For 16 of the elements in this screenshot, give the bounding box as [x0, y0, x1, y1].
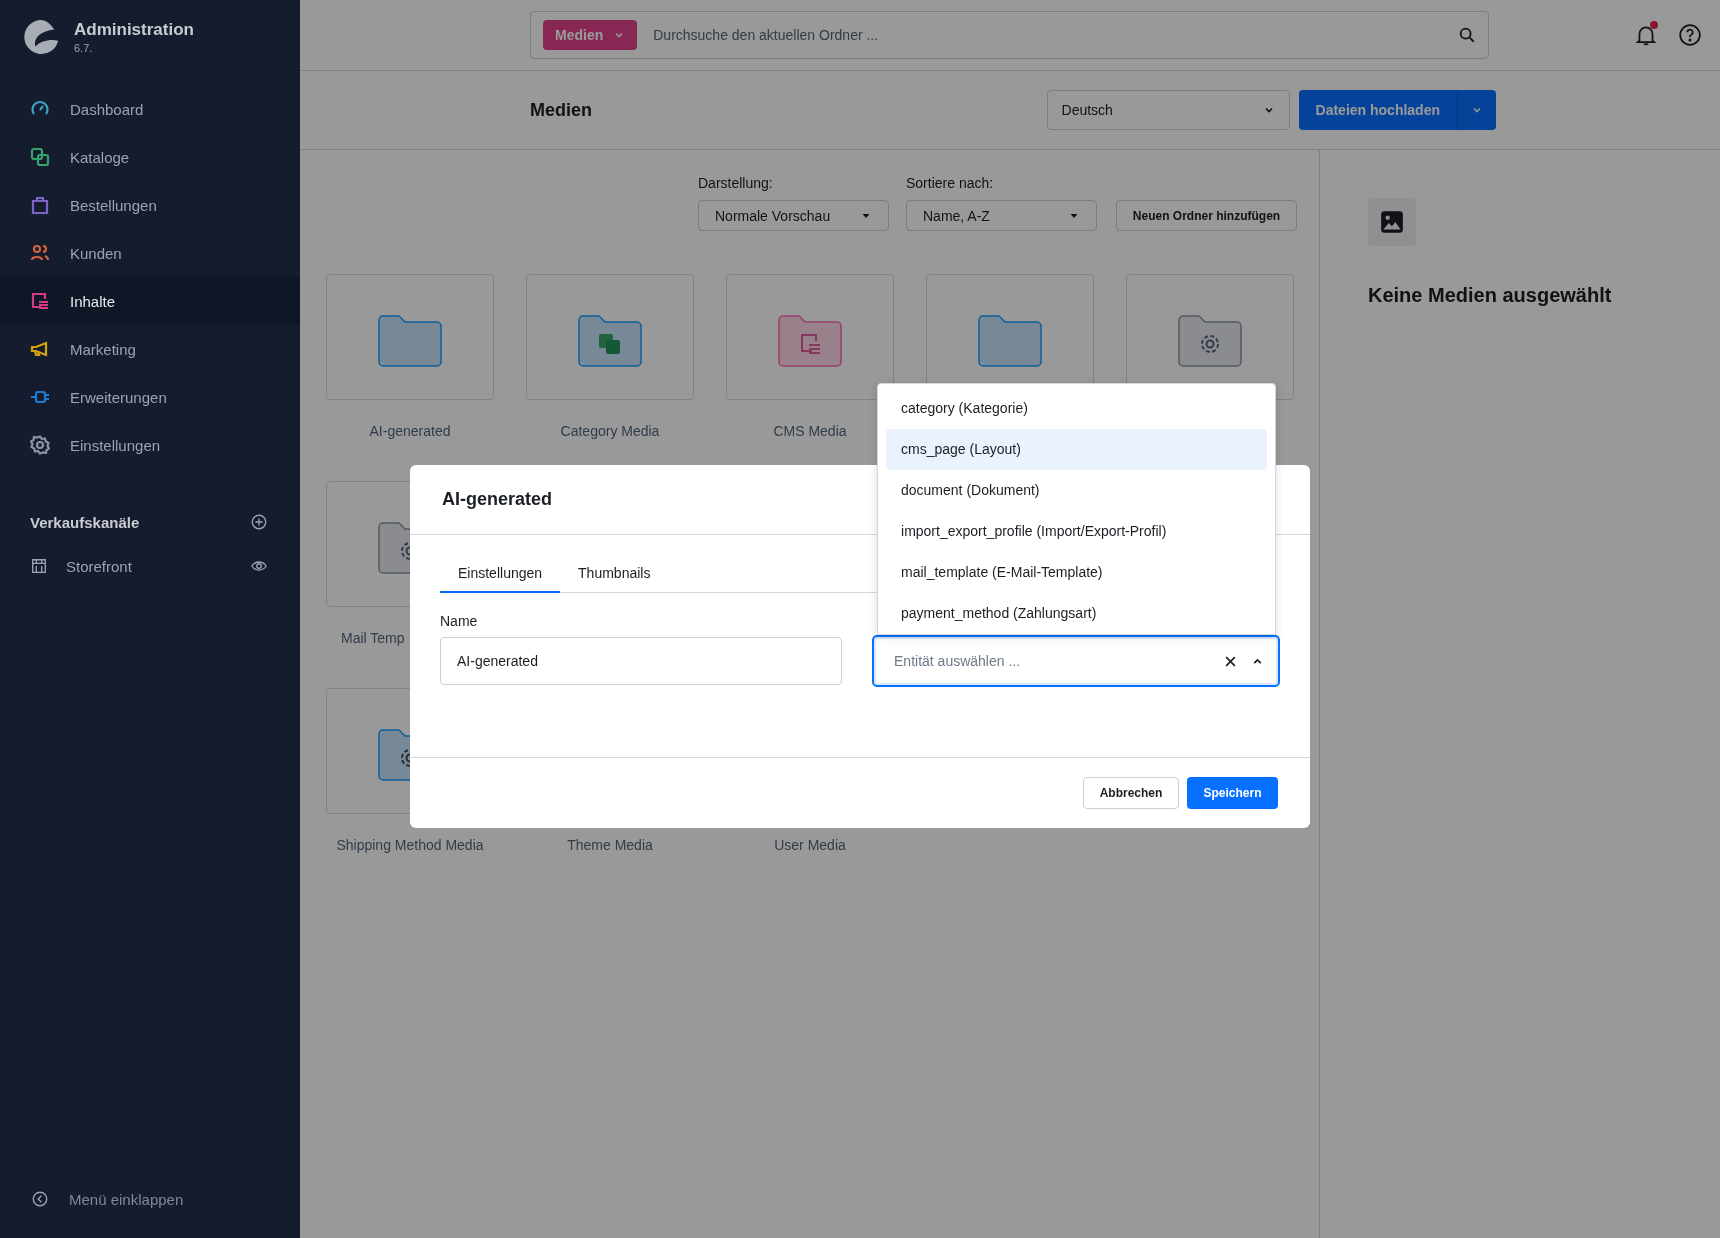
empty-state-title: Keine Medien ausgewählt [1368, 284, 1613, 307]
field-label: Sortiere nach: [906, 175, 995, 191]
folder-name: Category Media [560, 423, 660, 439]
folder-name: CMS Media [773, 423, 847, 439]
folder-name: Shipping Method Media [336, 837, 484, 853]
page-title: Medien [530, 99, 592, 121]
folder-name: Mail Temp [341, 630, 405, 646]
field-label: Name [440, 613, 479, 629]
app-version: 6.7. [74, 42, 94, 54]
folder-name: User Media [774, 837, 846, 853]
app-title: Administration [74, 20, 194, 40]
folder-name: Theme Media [567, 837, 653, 853]
section-title: Verkaufskanäle [30, 513, 140, 531]
modal-title: AI-generated [442, 489, 553, 510]
folder-name: AI-generated [369, 423, 451, 439]
field-label: Darstellung: [698, 175, 774, 191]
